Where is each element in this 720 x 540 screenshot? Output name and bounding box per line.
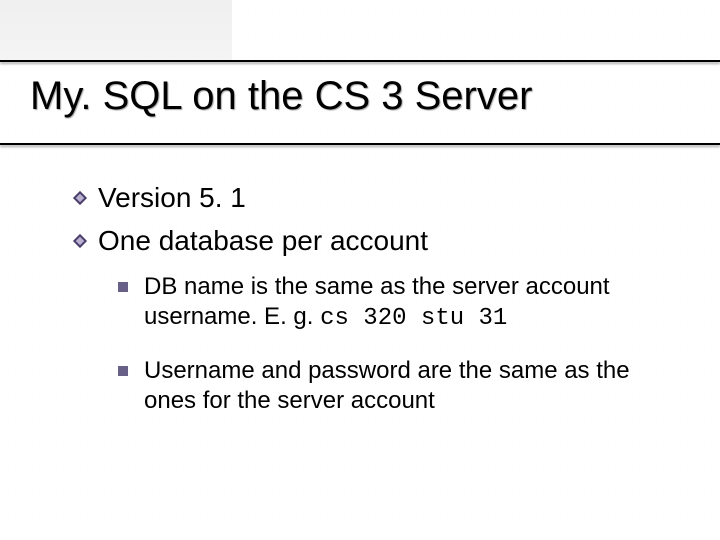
sub-item-code: cs 320 stu 31 [320, 305, 507, 332]
slide: My. SQL on the CS 3 Server Version 5. 1 … [0, 0, 720, 540]
slide-title: My. SQL on the CS 3 Server [30, 74, 532, 119]
square-bullet-icon [118, 366, 128, 376]
list-item: Version 5. 1 [72, 180, 670, 215]
list-item-text: DB name is the same as the server accoun… [144, 272, 670, 334]
list-item-text: One database per account [98, 223, 670, 258]
list-item: One database per account [72, 223, 670, 258]
title-rule-bottom [0, 143, 720, 145]
list-item: Username and password are the same as th… [118, 356, 670, 418]
list-item-text: Username and password are the same as th… [144, 356, 670, 418]
slide-body: Version 5. 1 One database per account DB… [72, 180, 670, 440]
diamond-bullet-icon [72, 233, 90, 249]
sub-list: DB name is the same as the server accoun… [118, 272, 670, 418]
diamond-bullet-icon [72, 190, 90, 206]
list-item: DB name is the same as the server accoun… [118, 272, 670, 334]
title-rule-top [0, 60, 720, 62]
decorative-top-strip [0, 0, 232, 60]
list-item-text: Version 5. 1 [98, 180, 670, 215]
square-bullet-icon [118, 282, 128, 292]
sub-item-prefix: Username and password are the same as th… [144, 357, 630, 414]
